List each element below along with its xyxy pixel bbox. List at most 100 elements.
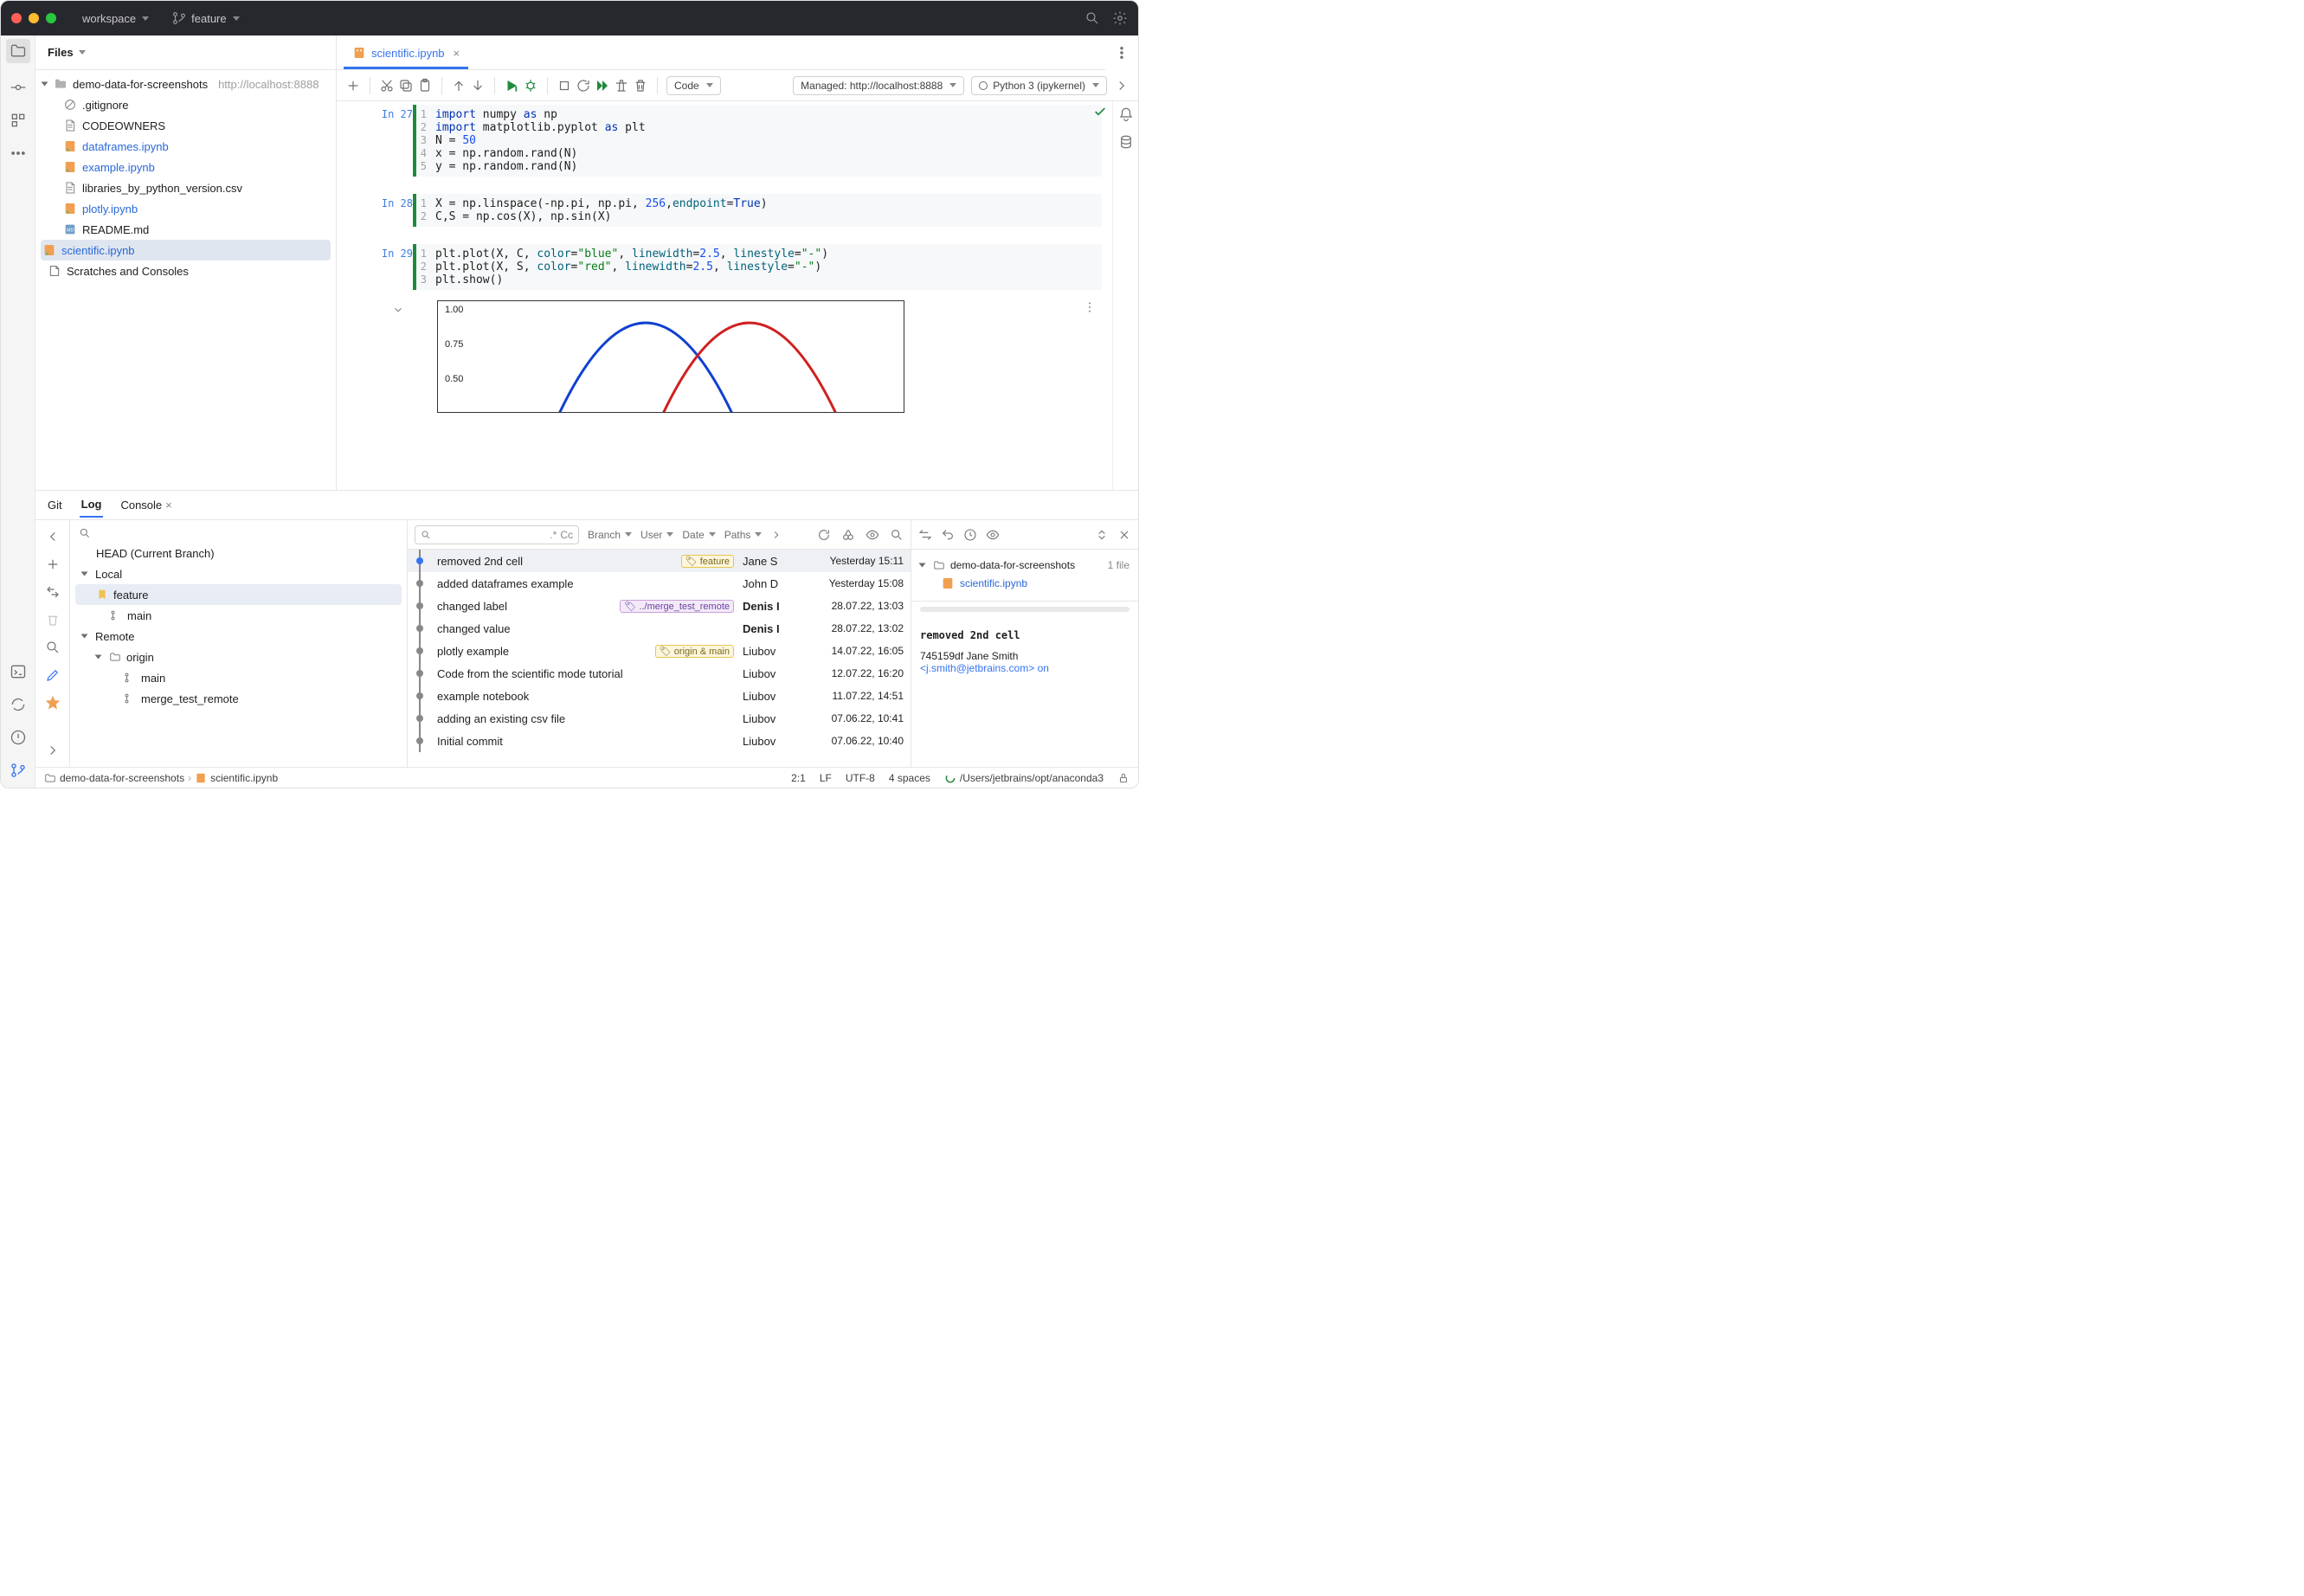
remote-group[interactable]: Remote: [70, 626, 407, 647]
lock-icon[interactable]: [1117, 772, 1129, 784]
file-row[interactable]: dataframes.ipynb: [35, 136, 336, 157]
close-window-button[interactable]: [11, 13, 22, 23]
filter-paths[interactable]: Paths: [724, 529, 763, 541]
cherry-pick-icon[interactable]: [841, 528, 855, 542]
maximize-window-button[interactable]: [46, 13, 56, 23]
terminal-icon[interactable]: [10, 663, 27, 680]
tab-git[interactable]: Git: [46, 493, 64, 517]
close-icon[interactable]: ×: [454, 47, 460, 60]
structure-icon[interactable]: [10, 112, 27, 129]
edit-icon[interactable]: [45, 667, 61, 683]
commit-row[interactable]: adding an existing csv fileLiubov07.06.2…: [408, 707, 911, 730]
project-tool-button[interactable]: [6, 39, 30, 63]
sync-icon[interactable]: [10, 696, 27, 713]
file-row[interactable]: .gitignore: [35, 94, 336, 115]
detail-file-row[interactable]: scientific.ipynb: [920, 574, 1129, 593]
restart-icon[interactable]: [576, 78, 591, 93]
file-row[interactable]: libraries_by_python_version.csv: [35, 177, 336, 198]
search-icon[interactable]: [1084, 10, 1100, 26]
code-cell[interactable]: In 271import numpy as np2import matplotl…: [337, 101, 1112, 180]
close-icon[interactable]: ×: [165, 499, 172, 512]
file-row[interactable]: example.ipynb: [35, 157, 336, 177]
more-vertical-icon[interactable]: [1083, 300, 1097, 314]
file-row[interactable]: CODEOWNERS: [35, 115, 336, 136]
breadcrumb[interactable]: demo-data-for-screenshots › scientific.i…: [44, 772, 278, 784]
branch-row[interactable]: merge_test_remote: [70, 688, 407, 709]
code-cell[interactable]: In 291plt.plot(X, C, color="blue", linew…: [337, 241, 1112, 293]
more-vertical-icon[interactable]: [1114, 45, 1129, 61]
commit-row[interactable]: changed label🏷 ../merge_test_remoteDenis…: [408, 595, 911, 617]
delete-cell-icon[interactable]: [633, 78, 648, 93]
chevron-down-icon[interactable]: [42, 82, 48, 87]
find-icon[interactable]: [890, 528, 904, 542]
paste-icon[interactable]: [417, 78, 433, 93]
history-icon[interactable]: [963, 528, 977, 542]
expand-icon[interactable]: [45, 743, 61, 758]
commit-icon[interactable]: [10, 79, 27, 96]
branches-panel[interactable]: HEAD (Current Branch) Local feature: [70, 520, 408, 767]
commit-row[interactable]: Initial commitLiubov07.06.22, 10:40: [408, 730, 911, 752]
encoding[interactable]: UTF-8: [846, 772, 875, 784]
refresh-icon[interactable]: [817, 528, 831, 542]
detail-root-row[interactable]: demo-data-for-screenshots 1 file: [920, 557, 1129, 574]
branch-selector[interactable]: feature: [164, 7, 246, 29]
code-cell[interactable]: In 281X = np.linspace(-np.pi, np.pi, 256…: [337, 190, 1112, 230]
tab-console[interactable]: Console×: [119, 493, 173, 517]
inspection-ok-icon[interactable]: [1093, 105, 1107, 119]
more-icon[interactable]: [10, 145, 27, 162]
line-separator[interactable]: LF: [820, 772, 832, 784]
filter-user[interactable]: User: [640, 529, 673, 541]
eye-icon[interactable]: [986, 528, 1000, 542]
find-icon[interactable]: [45, 640, 61, 655]
delete-icon[interactable]: [45, 612, 61, 627]
commit-row[interactable]: removed 2nd cell🏷 featureJane SYesterday…: [408, 550, 911, 572]
commit-row[interactable]: changed valueDenis I28.07.22, 13:02: [408, 617, 911, 640]
cursor-position[interactable]: 2:1: [791, 772, 806, 784]
run-all-icon[interactable]: [595, 78, 610, 93]
commit-row[interactable]: example notebookLiubov11.07.22, 14:51: [408, 685, 911, 707]
collapse-icon[interactable]: [45, 529, 61, 544]
move-down-icon[interactable]: [470, 78, 486, 93]
diff-icon[interactable]: [45, 584, 61, 600]
run-cell-icon[interactable]: I: [504, 78, 519, 93]
origin-group[interactable]: origin: [70, 647, 407, 667]
minimize-window-button[interactable]: [29, 13, 39, 23]
copy-icon[interactable]: [398, 78, 414, 93]
cut-icon[interactable]: [379, 78, 395, 93]
head-branch-row[interactable]: HEAD (Current Branch): [70, 543, 407, 563]
commit-row[interactable]: Code from the scientific mode tutorialLi…: [408, 662, 911, 685]
swap-icon[interactable]: [918, 528, 932, 542]
chevron-right-icon[interactable]: [1114, 78, 1129, 93]
vcs-icon[interactable]: [10, 762, 27, 779]
close-icon[interactable]: [1117, 528, 1131, 542]
commit-row[interactable]: plotly example🏷 origin & mainLiubov14.07…: [408, 640, 911, 662]
regex-label[interactable]: .*: [550, 529, 557, 541]
add-cell-icon[interactable]: [345, 78, 361, 93]
add-icon[interactable]: [45, 557, 61, 572]
chevron-right-icon[interactable]: [770, 529, 782, 541]
commits-list[interactable]: removed 2nd cell🏷 featureJane SYesterday…: [408, 550, 911, 767]
editor-tab-active[interactable]: scientific.ipynb ×: [344, 39, 468, 69]
notebook-body[interactable]: In 271import numpy as np2import matplotl…: [337, 101, 1112, 490]
problems-icon[interactable]: [10, 729, 27, 746]
commit-search-input[interactable]: .* Cc: [415, 525, 579, 544]
branch-row[interactable]: main: [70, 667, 407, 688]
indent[interactable]: 4 spaces: [889, 772, 930, 784]
commit-row[interactable]: added dataframes exampleJohn DYesterday …: [408, 572, 911, 595]
match-case-label[interactable]: Cc: [560, 529, 573, 541]
star-icon[interactable]: [45, 695, 61, 711]
search-icon[interactable]: [79, 527, 91, 539]
revert-icon[interactable]: [941, 528, 955, 542]
workspace-selector[interactable]: workspace: [75, 9, 156, 29]
tab-log[interactable]: Log: [80, 492, 104, 518]
project-root[interactable]: demo-data-for-screenshots http://localho…: [35, 74, 336, 94]
interpreter[interactable]: /Users/jetbrains/opt/anaconda3: [944, 772, 1104, 784]
chevron-down-icon[interactable]: [79, 50, 86, 55]
local-group[interactable]: Local: [70, 563, 407, 584]
chevron-down-icon[interactable]: [392, 304, 404, 316]
file-row[interactable]: plotly.ipynb: [35, 198, 336, 219]
scratches-node[interactable]: Scratches and Consoles: [35, 261, 336, 281]
branch-row[interactable]: main: [70, 605, 407, 626]
database-icon[interactable]: [1118, 134, 1134, 150]
project-tree[interactable]: demo-data-for-screenshots http://localho…: [35, 70, 336, 490]
